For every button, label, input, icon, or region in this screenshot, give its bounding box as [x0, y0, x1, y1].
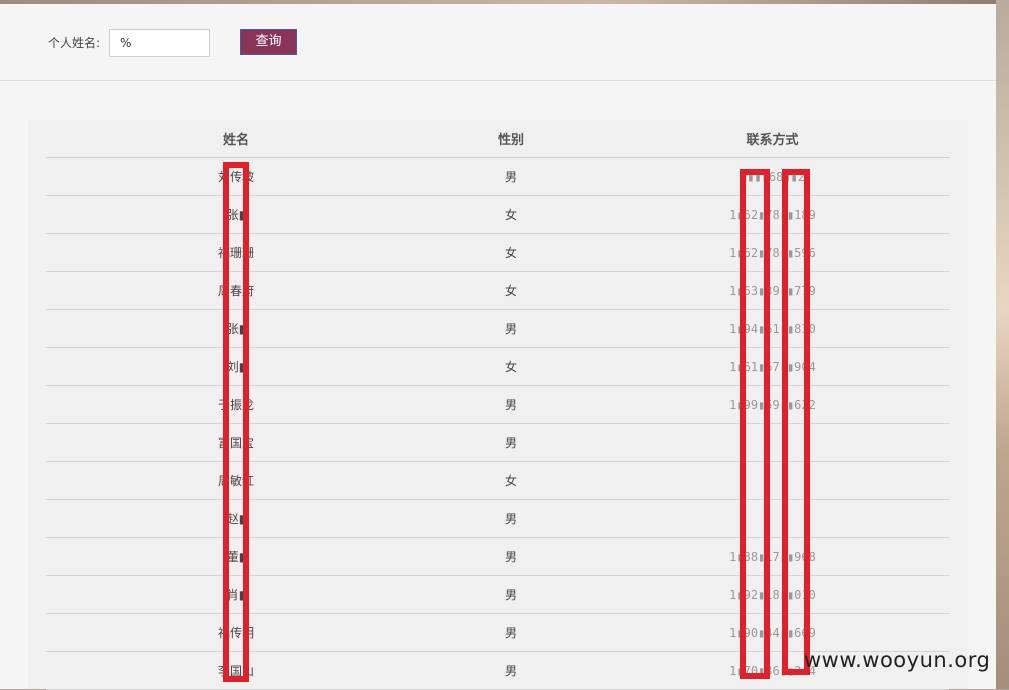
gender-cell: 女 [426, 271, 596, 310]
table-row: 赵▮ 男 [46, 499, 949, 538]
gender-cell: 男 [426, 423, 596, 462]
contact-cell: 1▮99▮59▮▮622 [596, 385, 949, 424]
table-row: 刘▮ 女 1▮61▮67▮▮904 [46, 347, 949, 386]
contact-cell: 1▮92▮18▮▮010 [596, 575, 949, 614]
gender-cell: 女 [426, 233, 596, 272]
column-header-name: 姓名 [46, 120, 426, 158]
column-header-gender: 性别 [426, 120, 596, 158]
table-row: 富国宝男 [46, 423, 949, 462]
table-row: 周春府女 1▮63▮39▮▮779 [46, 271, 949, 310]
contact-cell: 1▮94▮61▮▮830 [596, 309, 949, 348]
gender-cell: 女 [426, 195, 596, 234]
gender-cell: 男 [426, 385, 596, 424]
table-row: 刘传坡男 1▮▮▮68▮▮2 [46, 157, 949, 196]
contact-cell: 1▮38▮17▮▮968 [596, 537, 949, 576]
column-header-contact: 联系方式 [596, 120, 949, 158]
results-table: 姓名 性别 联系方式 刘传坡男 1▮▮▮68▮▮2 张▮ 女 1▮62▮78▮▮189 福… [46, 120, 949, 690]
redaction-box-names [223, 162, 249, 682]
table-row: 福传明男 1▮90▮44▮▮669 [46, 613, 949, 652]
contact-cell: 1▮90▮44▮▮669 [596, 613, 949, 652]
table-row: 肖▮ 男 1▮92▮18▮▮010 [46, 575, 949, 614]
contact-cell [596, 423, 949, 462]
table-row: 于振龙男 1▮99▮59▮▮622 [46, 385, 949, 424]
redaction-box-phone-right [782, 169, 810, 675]
background-strip-right [996, 0, 1009, 689]
gender-cell: 男 [426, 499, 596, 538]
gender-cell: 男 [426, 651, 596, 690]
contact-cell [596, 461, 949, 500]
table-row: 张▮ 女 1▮62▮78▮▮189 [46, 195, 949, 234]
name-field-label: 个人姓名: [48, 36, 101, 50]
contact-cell: 1▮61▮67▮▮904 [596, 347, 949, 386]
search-bar: 个人姓名: 查询 [0, 4, 996, 81]
gender-cell: 男 [426, 575, 596, 614]
redaction-box-phone-left [740, 169, 770, 679]
gender-cell: 男 [426, 537, 596, 576]
table-row: 董▮ 男 1▮38▮17▮▮968 [46, 537, 949, 576]
contact-cell [596, 499, 949, 538]
gender-cell: 女 [426, 461, 596, 500]
table-row: 福珊珊女 1▮62▮78▮▮596 [46, 233, 949, 272]
contact-cell: 1▮62▮78▮▮189 [596, 195, 949, 234]
gender-cell: 男 [426, 309, 596, 348]
main-panel: 个人姓名: 查询 姓名 性别 联系方式 刘传坡男1▮▮▮68▮▮2张▮女1▮62… [0, 4, 996, 690]
gender-cell: 女 [426, 347, 596, 386]
table-header-row: 姓名 性别 联系方式 [46, 120, 949, 158]
results-table-container: 姓名 性别 联系方式 刘传坡男 1▮▮▮68▮▮2 张▮ 女 1▮62▮78▮▮189 福… [28, 120, 968, 690]
gender-cell: 男 [426, 157, 596, 196]
table-row: 周敏红女 [46, 461, 949, 500]
query-button[interactable]: 查询 [240, 29, 297, 55]
table-row: 张▮ 男 1▮94▮61▮▮830 [46, 309, 949, 348]
watermark-text: www.wooyun.org [804, 648, 991, 672]
contact-cell: 1▮63▮39▮▮779 [596, 271, 949, 310]
gender-cell: 男 [426, 613, 596, 652]
name-search-input[interactable] [109, 29, 210, 57]
contact-cell: 1▮▮▮68▮▮2 [596, 157, 949, 196]
table-body: 刘传坡男 1▮▮▮68▮▮2 张▮ 女 1▮62▮78▮▮189 福珊珊女 1▮62▮78▮… [46, 157, 949, 690]
contact-cell: 1▮62▮78▮▮596 [596, 233, 949, 272]
